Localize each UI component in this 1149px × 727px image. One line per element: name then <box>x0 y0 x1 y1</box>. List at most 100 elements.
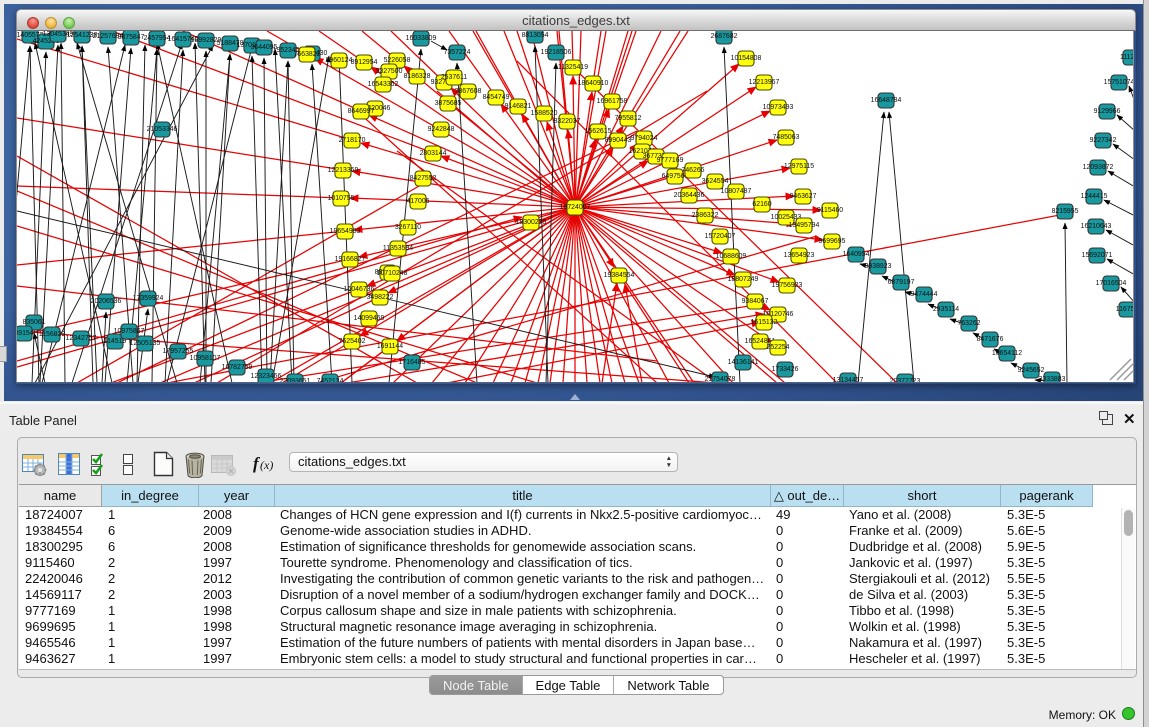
svg-text:1733426: 1733426 <box>772 366 799 373</box>
svg-text:10807487: 10807487 <box>721 188 752 195</box>
svg-text:15751074: 15751074 <box>1104 79 1134 86</box>
svg-text:8454749: 8454749 <box>483 94 510 101</box>
svg-text:11325419: 11325419 <box>558 64 588 71</box>
svg-text:7485063: 7485063 <box>773 134 800 141</box>
svg-text:12093872: 12093872 <box>1083 164 1114 171</box>
svg-text:9463627: 9463627 <box>790 193 817 200</box>
svg-text:10688609: 10688609 <box>716 253 747 260</box>
svg-text:746266: 746266 <box>682 167 705 174</box>
svg-text:9777169: 9777169 <box>657 157 684 164</box>
svg-text:8990443: 8990443 <box>605 137 632 144</box>
svg-text:1716485: 1716485 <box>399 359 426 366</box>
svg-text:17957255: 17957255 <box>163 348 194 355</box>
svg-text:9327500: 9327500 <box>376 68 403 75</box>
svg-text:9115460: 9115460 <box>817 207 843 214</box>
svg-text:1615132: 1615132 <box>751 319 778 326</box>
svg-text:2867608: 2867608 <box>455 88 482 95</box>
svg-text:16648784: 16648784 <box>871 97 902 104</box>
svg-text:12213369: 12213369 <box>328 167 359 174</box>
svg-text:19384554: 19384554 <box>604 272 635 279</box>
svg-text:15720407: 15720407 <box>705 233 736 240</box>
svg-text:1244415: 1244415 <box>1081 193 1108 200</box>
svg-text:9384067: 9384067 <box>742 298 769 305</box>
svg-text:8813054: 8813054 <box>522 32 549 39</box>
svg-text:16046736: 16046736 <box>344 286 375 293</box>
svg-text:10958107: 10958107 <box>190 355 221 362</box>
svg-text:17016504: 17016504 <box>1096 280 1127 287</box>
svg-text:763262: 763262 <box>958 320 981 327</box>
svg-text:13134457: 13134457 <box>833 377 864 383</box>
svg-text:2718170: 2718170 <box>339 137 366 144</box>
svg-text:2687682: 2687682 <box>711 33 738 40</box>
svg-text:16210643: 16210643 <box>1081 223 1112 230</box>
svg-text:2803144: 2803144 <box>420 150 447 157</box>
svg-text:2935114: 2935114 <box>933 306 959 313</box>
svg-text:8912954: 8912954 <box>351 59 378 66</box>
svg-text:10654112: 10654112 <box>992 350 1022 357</box>
svg-text:9245652: 9245652 <box>1018 367 1045 374</box>
svg-text:1562615: 1562615 <box>585 128 612 135</box>
svg-text:16782759: 16782759 <box>222 364 253 371</box>
svg-text:3267110: 3267110 <box>395 224 421 231</box>
svg-text:62160: 62160 <box>752 201 771 208</box>
svg-text:13495794: 13495794 <box>789 222 820 229</box>
svg-text:21754078: 21754078 <box>705 376 736 383</box>
svg-text:14099469: 14099469 <box>354 315 385 322</box>
svg-text:10154808: 10154808 <box>731 55 762 62</box>
svg-text:1640954: 1640954 <box>843 251 870 258</box>
svg-text:21053346: 21053346 <box>147 126 178 133</box>
svg-text:252254: 252254 <box>767 344 790 351</box>
svg-text:116753: 116753 <box>1116 306 1134 313</box>
svg-text:9242848: 9242848 <box>428 126 455 133</box>
svg-text:8646997: 8646997 <box>348 108 375 115</box>
svg-text:18640910: 18640910 <box>578 80 609 87</box>
svg-text:10973493: 10973493 <box>763 104 794 111</box>
svg-text:7452134: 7452134 <box>317 378 344 383</box>
svg-text:19756923: 19756923 <box>772 282 803 289</box>
svg-text:7955812: 7955812 <box>615 115 642 122</box>
svg-text:16543362: 16543362 <box>368 81 399 88</box>
svg-text:6879197: 6879197 <box>888 279 915 286</box>
svg-text:19654983: 19654983 <box>330 228 361 235</box>
svg-text:8186328: 8186328 <box>404 73 431 80</box>
svg-text:16033809: 16033809 <box>406 35 437 42</box>
svg-text:835061: 835061 <box>23 319 46 326</box>
svg-text:9699695: 9699695 <box>819 238 846 245</box>
svg-text:417006: 417006 <box>407 198 430 205</box>
svg-text:5226058: 5226058 <box>384 57 411 64</box>
svg-text:12213967: 12213967 <box>749 79 780 86</box>
svg-text:18807249: 18807249 <box>728 276 759 283</box>
svg-text:9474444: 9474444 <box>911 291 938 298</box>
svg-text:22093651: 22093651 <box>280 378 311 383</box>
svg-text:19218506: 19218506 <box>541 49 572 56</box>
svg-text:1588520: 1588520 <box>531 110 558 117</box>
svg-text:14136141: 14136141 <box>728 359 759 366</box>
svg-text:3624554: 3624554 <box>702 178 729 185</box>
svg-text:111243: 111243 <box>1120 54 1134 61</box>
svg-text:7663822: 7663822 <box>294 51 321 58</box>
svg-text:3498222: 3498222 <box>367 294 394 301</box>
svg-text:18724007: 18724007 <box>560 204 591 211</box>
svg-text:20364436: 20364436 <box>674 192 705 199</box>
svg-text:12323466: 12323466 <box>251 373 282 380</box>
svg-text:13654923: 13654923 <box>784 252 815 259</box>
svg-text:12505135: 12505135 <box>130 340 161 347</box>
svg-text:20206536: 20206536 <box>91 298 122 305</box>
svg-text:16961758: 16961758 <box>597 98 628 105</box>
svg-text:19166827: 19166827 <box>335 256 366 263</box>
svg-text:(x): (x) <box>260 458 273 472</box>
svg-text:12975115: 12975115 <box>784 163 814 170</box>
svg-text:12342757: 12342757 <box>66 335 97 342</box>
svg-text:1691144: 1691144 <box>377 343 403 350</box>
svg-text:11353594: 11353594 <box>383 245 413 252</box>
svg-text:9794024: 9794024 <box>631 135 658 142</box>
svg-text:10710248: 10710248 <box>377 270 408 277</box>
svg-text:15692071: 15692071 <box>1082 252 1113 259</box>
svg-text:8215955: 8215955 <box>1052 208 1079 215</box>
svg-text:17359924: 17359924 <box>133 295 164 302</box>
svg-text:8471676: 8471676 <box>977 336 1004 343</box>
svg-text:8938923: 8938923 <box>865 263 892 270</box>
svg-text:3875685: 3875685 <box>435 100 462 107</box>
svg-text:9129966: 9129966 <box>1094 108 1121 115</box>
svg-text:18300275: 18300275 <box>516 219 547 226</box>
